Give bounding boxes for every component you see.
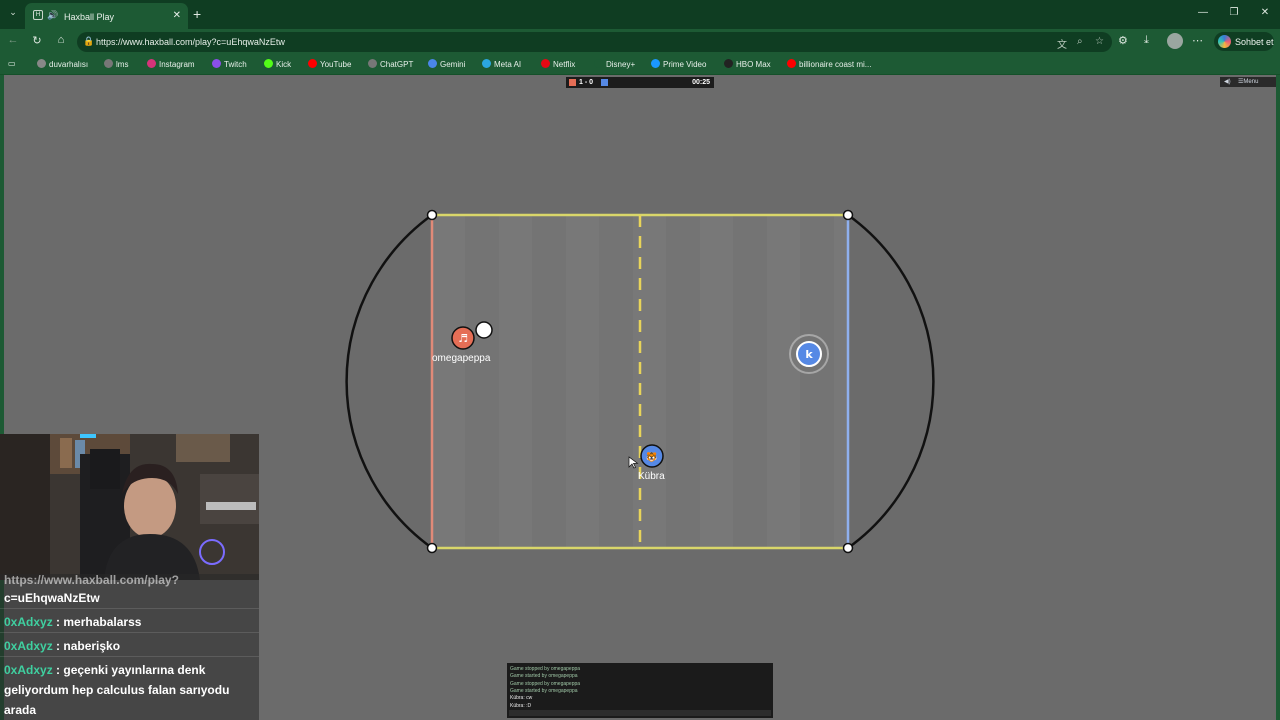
post — [842, 542, 854, 554]
chat-message: geliyordum hep calculus falan sarıyodu — [4, 680, 254, 700]
red-team-badge — [569, 79, 576, 86]
game-chat-line: Game stopped by omegapeppa — [510, 666, 581, 672]
ball — [475, 321, 493, 339]
chat-divider — [0, 632, 259, 633]
chat-text: arada — [4, 703, 37, 717]
game-chat-input[interactable] — [509, 710, 771, 716]
chat-text: geliyordum hep calculus falan sarıyodu — [4, 683, 230, 697]
chat-text: : naberişko — [52, 639, 121, 653]
stream-chat-overlay: https://www.haxball.com/play? c=uEhqwaNzE… — [0, 573, 259, 720]
blue-team-badge — [601, 79, 608, 86]
chat-text: https://www.haxball.com/play? — [4, 573, 179, 587]
chat-message: arada — [4, 700, 254, 720]
game-chat-line: Kübra: :D — [510, 702, 532, 709]
score: 1 - 0 — [579, 79, 594, 86]
webcam-image — [0, 434, 259, 580]
chat-text: : merhabalarss — [52, 615, 142, 629]
chat-message: 0xAdxyz : naberişko — [4, 636, 254, 656]
menu-label: Menu — [1243, 79, 1259, 85]
chat-username: 0xAdxyz — [4, 663, 53, 677]
chat-divider — [0, 656, 259, 657]
webcam-overlay — [0, 434, 259, 580]
player-avatar: 🐯 — [646, 451, 657, 463]
left-arc — [345, 213, 433, 550]
chat-message: https://www.haxball.com/play? — [4, 570, 254, 590]
chat-username: 0xAdxyz — [4, 639, 53, 653]
chat-message: 0xAdxyz : geçenki yayınlarına denk — [4, 660, 254, 680]
game-timer: 00:25 — [692, 79, 710, 86]
player-name: Kübra — [638, 471, 665, 482]
post — [842, 209, 854, 221]
game-chat-line: Game started by omegapeppa — [510, 687, 578, 694]
player-avatar: ♬ — [458, 332, 468, 345]
chat-text: c=uEhqwaNzEtw — [4, 591, 100, 605]
chat-message: c=uEhqwaNzEtw — [4, 588, 254, 608]
chat-text: : geçenki yayınlarına denk — [52, 663, 206, 677]
post — [426, 209, 438, 221]
post — [426, 542, 438, 554]
chat-message: 0xAdxyz : merhabalarss — [4, 612, 254, 632]
volume-icon[interactable]: ◀) — [1224, 78, 1231, 85]
menu-button[interactable]: ◀) ☰Menu — [1220, 77, 1276, 87]
game-chat: Game stopped by omegapeppa Game started b… — [507, 663, 773, 718]
game-chat-line: Game stopped by omegapeppa — [510, 680, 581, 687]
chat-divider — [0, 608, 259, 609]
right-arc — [847, 213, 935, 550]
scoreboard: 1 - 0 00:25 — [566, 77, 714, 88]
chat-username: 0xAdxyz — [4, 615, 53, 629]
game-chat-line: Game started by omegapeppa — [510, 673, 578, 680]
player-avatar: k — [805, 348, 813, 361]
game-chat-line: Kübra: cw — [510, 695, 533, 702]
player-name: omegapeppa — [432, 353, 491, 364]
